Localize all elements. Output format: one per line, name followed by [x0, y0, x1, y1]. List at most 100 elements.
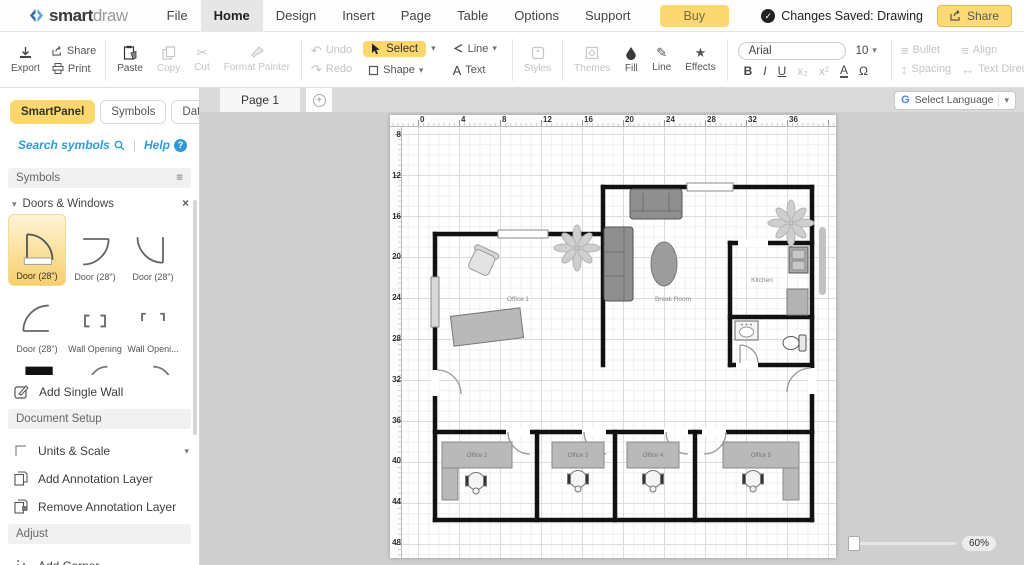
italic-button[interactable]: I [763, 64, 766, 78]
themes-button[interactable]: Themes [567, 44, 617, 76]
share-mini-button[interactable]: Share [47, 44, 101, 58]
remove-annotation-layer-label: Remove Annotation Layer [38, 499, 177, 514]
text-tool-button[interactable]: A Text [448, 62, 502, 79]
add-annotation-layer-button[interactable]: Add Annotation Layer [0, 462, 199, 490]
symbol-wall-opening[interactable]: Wall Opening [66, 286, 124, 358]
tab-page-1[interactable]: Page 1 [220, 88, 300, 112]
units-scale-dropdown-arrow[interactable]: ▾ [184, 446, 189, 457]
symbol-grid-clipped-row[interactable] [0, 358, 199, 375]
fill-button[interactable]: Fill [617, 44, 645, 76]
menu-home[interactable]: Home [200, 0, 263, 32]
group-collapse-arrow[interactable]: ▾ [12, 199, 17, 210]
share-button[interactable]: Share [936, 4, 1012, 27]
document-setup-header: Document Setup [8, 409, 191, 429]
format-painter-icon [251, 46, 264, 58]
search-symbols-link[interactable]: Search symbols [18, 138, 125, 152]
styles-label: Styles [523, 62, 552, 74]
zoom-slider-handle[interactable] [847, 536, 860, 551]
effects-label: Effects [685, 62, 716, 73]
language-dropdown-arrow: ▾ [1004, 94, 1009, 105]
bold-button[interactable]: B [744, 64, 753, 78]
language-selector[interactable]: G Select Language ▾ [894, 90, 1016, 110]
add-single-wall-button[interactable]: Add Single Wall [0, 375, 199, 403]
tab-smartpanel[interactable]: SmartPanel [10, 100, 96, 124]
tab-symbols[interactable]: Symbols [100, 100, 167, 124]
line-tool-button[interactable]: Line ▾ [448, 42, 502, 56]
copy-button[interactable]: Copy [150, 44, 187, 76]
insert-symbol-button[interactable]: Ω [859, 64, 868, 78]
add-page-button[interactable]: + [306, 88, 332, 112]
symbol-wall-opening-2[interactable]: Wall Openi... [124, 286, 182, 358]
menu-options[interactable]: Options [501, 0, 572, 32]
line-tool-icon [453, 43, 462, 53]
shape-tool-button[interactable]: Shape ▾ [363, 63, 436, 77]
menu-support[interactable]: Support [572, 0, 644, 32]
redo-button[interactable]: ↷ Redo [306, 62, 357, 77]
menu-design[interactable]: Design [263, 0, 329, 32]
divider [998, 93, 1000, 107]
font-family-input[interactable]: Arial [737, 41, 846, 60]
ruler-number: 40 [392, 456, 401, 466]
adjust-header: Adjust [8, 524, 191, 544]
symbols-menu-icon[interactable]: ≡ [176, 172, 183, 184]
symbol-door-3[interactable]: Door (28") [124, 214, 182, 286]
select-dropdown-arrow[interactable]: ▾ [431, 43, 436, 54]
print-button[interactable]: Print [47, 62, 101, 76]
spacing-button[interactable]: ↕ Spacing [896, 62, 956, 77]
document-setup-label: Document Setup [16, 413, 102, 425]
symbol-label: Wall Openi... [127, 344, 179, 354]
language-selector-label: Select Language [914, 94, 994, 106]
menu-table[interactable]: Table [444, 0, 501, 32]
symbol-door-2[interactable]: Door (28") [66, 214, 124, 286]
underline-button[interactable]: U [778, 64, 787, 78]
add-corner-button[interactable]: Add Corner [0, 550, 199, 565]
subscript-button[interactable]: x₂ [797, 64, 808, 78]
superscript-button[interactable]: x² [819, 64, 829, 78]
help-link[interactable]: Help ? [144, 138, 187, 152]
logo-text-smart: smart [49, 5, 93, 25]
buy-button[interactable]: Buy [659, 4, 730, 27]
paste-button[interactable]: Paste [110, 43, 150, 76]
drawing-page[interactable]: Office 1 Break Room Kitchen Office 2 Off… [390, 115, 836, 558]
themes-icon [586, 46, 599, 59]
menu-insert[interactable]: Insert [329, 0, 388, 32]
export-button[interactable]: Export [4, 44, 47, 76]
door-symbol-icon [83, 238, 110, 266]
styles-button[interactable]: Styles [517, 44, 558, 76]
text-tool-icon: A [452, 62, 462, 78]
undo-button[interactable]: ↶ Undo [306, 43, 357, 58]
effects-button[interactable]: ★ Effects [678, 44, 722, 75]
ruler-top: 0 4 8 12 16 20 24 28 32 36 [390, 115, 836, 127]
line-dropdown-arrow[interactable]: ▾ [492, 43, 497, 54]
zoom-slider[interactable] [847, 536, 956, 551]
font-color-button[interactable]: A [839, 64, 848, 78]
page-tab-bar: Page 1 + G Select Language ▾ [200, 88, 1024, 112]
doors-windows-group[interactable]: ▾ Doors & Windows × [0, 194, 199, 212]
symbols-section-header[interactable]: Symbols ≡ [8, 168, 191, 188]
text-direction-button[interactable]: ↔ Text Direction [956, 62, 1024, 77]
remove-annotation-layer-button[interactable]: Remove Annotation Layer [0, 490, 199, 518]
menu-page[interactable]: Page [388, 0, 444, 32]
symbol-door-4[interactable]: Door (28") [8, 286, 66, 358]
panel-scrollbar[interactable] [193, 200, 197, 435]
cut-button[interactable]: ✂ Cut [187, 44, 217, 75]
select-tool-button[interactable]: Select [363, 40, 427, 57]
group-close-icon[interactable]: × [182, 198, 189, 210]
ruler-number: 0 [420, 115, 425, 124]
canvas-scrollbar[interactable] [819, 227, 826, 295]
menu-file[interactable]: File [154, 0, 201, 32]
share-button-label: Share [966, 8, 999, 23]
format-painter-button[interactable]: Format Painter [217, 44, 297, 75]
font-size-select[interactable]: 10 ▾ [852, 43, 881, 59]
ruler-number: 20 [392, 252, 401, 262]
align-button[interactable]: ≡ Align [956, 43, 1024, 58]
wall-opening-symbol-icon [141, 312, 165, 321]
shape-dropdown-arrow[interactable]: ▾ [419, 65, 424, 76]
units-scale-button[interactable]: Units & Scale ▾ [0, 435, 199, 462]
bullet-button[interactable]: ≡ Bullet [896, 43, 956, 58]
line-style-button[interactable]: ✎ Line [645, 44, 678, 75]
tab-data[interactable]: Data [171, 100, 199, 124]
floor-plan[interactable]: Office 1 Break Room Kitchen Office 2 Off… [390, 115, 836, 558]
export-label: Export [11, 62, 40, 74]
symbol-door-1[interactable]: Door (28") [8, 214, 66, 286]
